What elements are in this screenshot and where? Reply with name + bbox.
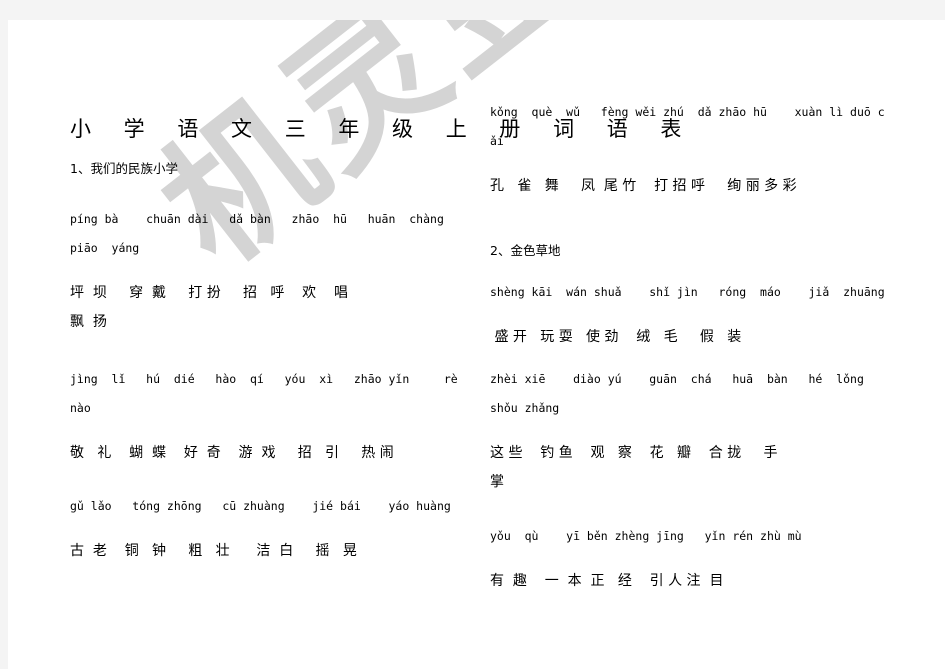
- pinyin-line: nào: [70, 401, 91, 415]
- word-entry: jìng lǐ hú dié hào qí yóu xì zhāo yǐn rè…: [70, 365, 458, 468]
- lesson-heading-1: 1、我们的民族小学: [70, 160, 178, 178]
- hanzi-line: 坪 坝 穿 戴 打 扮 招 呼 欢 唱: [70, 285, 348, 301]
- word-entry: píng bà chuān dài dǎ bàn zhāo hū huān ch…: [70, 205, 444, 337]
- hanzi-line: 这 些 钓 鱼 观 察 花 瓣 合 拢 手: [490, 445, 778, 461]
- page-title: 小 学 语 文 三 年 级 上 册 词 语 表: [70, 117, 695, 141]
- word-entry: yǒu qù yī běn zhèng jīng yǐn rén zhù mù …: [490, 522, 802, 596]
- hanzi-line: 飘 扬: [70, 314, 107, 330]
- hanzi-line: 敬 礼 蝴 蝶 好 奇 游 戏 招 引 热 闹: [70, 445, 394, 461]
- pinyin-line: gǔ lǎo tóng zhōng cū zhuàng jié bái yáo …: [70, 499, 451, 513]
- pinyin-line: shèng kāi wán shuǎ shǐ jìn róng máo jiǎ …: [490, 285, 885, 299]
- pinyin-line: piāo yáng: [70, 241, 140, 255]
- pinyin-line: zhèi xiē diào yú guān chá huā bàn hé lǒn…: [490, 372, 864, 386]
- word-entry: kǒng què wǔ fèng wěi zhú dǎ zhāo hū xuàn…: [490, 98, 885, 201]
- hanzi-line: 掌: [490, 474, 504, 490]
- word-entry: gǔ lǎo tóng zhōng cū zhuàng jié bái yáo …: [70, 492, 451, 566]
- hanzi-line: 盛 开 玩 耍 使 劲 绒 毛 假 装: [490, 329, 742, 345]
- hanzi-line: 孔 雀 舞 凤 尾 竹 打 招 呼 绚 丽 多 彩: [490, 178, 797, 194]
- document-content: 小 学 语 文 三 年 级 上 册 词 语 表 1、我们的民族小学 píng b…: [8, 20, 945, 669]
- pinyin-line: píng bà chuān dài dǎ bàn zhāo hū huān ch…: [70, 212, 444, 226]
- pinyin-line: yǒu qù yī běn zhèng jīng yǐn rén zhù mù: [490, 529, 802, 543]
- pinyin-line: shǒu zhǎng: [490, 401, 560, 415]
- word-entry: shèng kāi wán shuǎ shǐ jìn róng máo jiǎ …: [490, 278, 885, 352]
- document-page: 机灵豆 小 学 语 文 三 年 级 上 册 词 语 表 1、我们的民族小学 pí…: [8, 20, 945, 669]
- pinyin-line: jìng lǐ hú dié hào qí yóu xì zhāo yǐn rè: [70, 372, 458, 386]
- lesson-heading-label: 1、我们的民族小学: [70, 161, 178, 176]
- word-entry: zhèi xiē diào yú guān chá huā bàn hé lǒn…: [490, 365, 864, 497]
- lesson-heading-label: 2、金色草地: [490, 243, 561, 258]
- hanzi-line: 古 老 铜 钟 粗 壮 洁 白 摇 晃: [70, 543, 357, 559]
- hanzi-line: 有 趣 一 本 正 经 引 人 注 目: [490, 573, 724, 589]
- lesson-heading-2: 2、金色草地: [490, 242, 560, 260]
